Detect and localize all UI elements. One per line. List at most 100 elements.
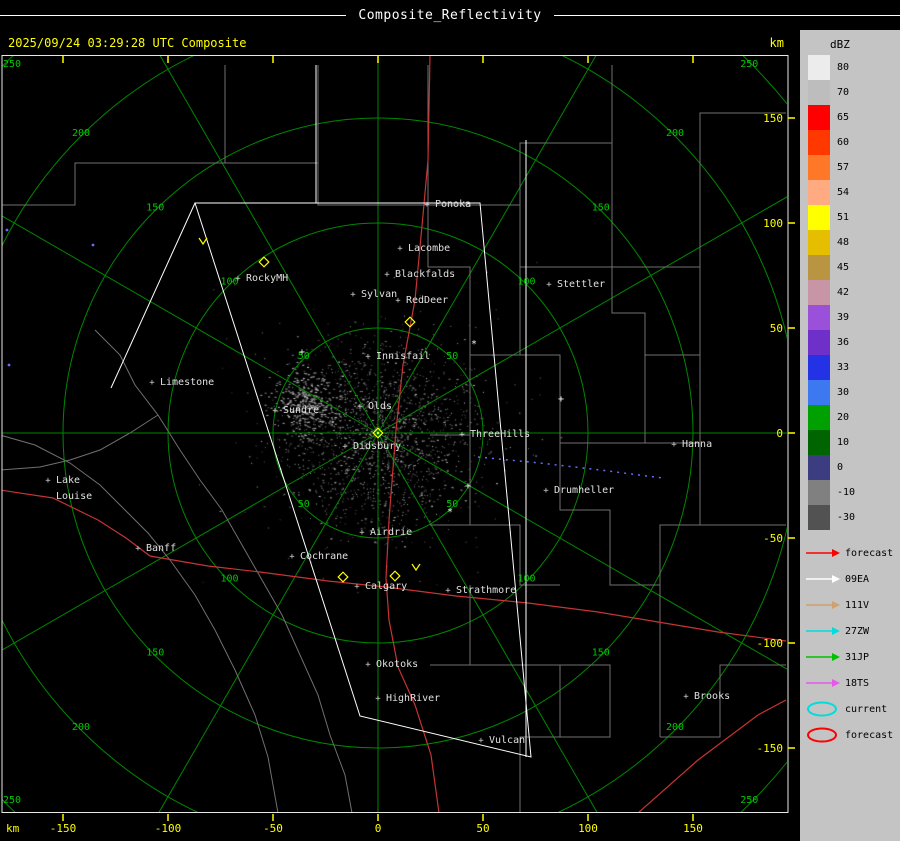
svg-text:+: + [683, 692, 689, 702]
svg-text:250: 250 [740, 795, 758, 806]
city-label: Blackfalds [395, 269, 455, 280]
dbz-scale-value: 10 [837, 437, 850, 448]
legend-label: 18TS [845, 677, 870, 689]
legend-arrow-row: 31JP [805, 644, 900, 670]
legend-arrow-row: 09EA [805, 566, 900, 592]
yellow-diamond-marker [337, 571, 349, 583]
dbz-color-swatch [808, 455, 830, 480]
dbz-color-swatch [808, 330, 830, 355]
legend-ellipse-icon [807, 701, 837, 717]
legend-label: forecast [845, 729, 894, 741]
dbz-scale-value: 51 [837, 212, 850, 223]
city-label: RockyMH [246, 273, 288, 284]
dbz-color-swatch [808, 55, 830, 80]
city-label: Innisfail [376, 351, 430, 362]
svg-text:+: + [350, 290, 356, 300]
sidebar-legend-panel: dBZ 80 70 65 60 57 54 51 48 45 42 39 36 33 30 20 10 0 -10… [800, 30, 900, 841]
dbz-color-swatch [808, 205, 830, 230]
city-label: Lacombe [408, 243, 450, 254]
svg-text:50: 50 [476, 822, 489, 835]
city-label: RedDeer [406, 295, 448, 306]
legend-label: forecast [845, 547, 894, 559]
page-title: Composite_Reflectivity [358, 7, 542, 23]
svg-text:50: 50 [770, 322, 783, 335]
svg-text:-100: -100 [757, 637, 784, 650]
legend-ellipse-icon [807, 727, 837, 743]
city-label: Hanna [682, 439, 712, 450]
legend-label: 27ZW [845, 625, 870, 637]
city-label: Ponoka [435, 199, 471, 210]
dbz-scale-row: 48 [808, 230, 900, 255]
dbz-scale-value: 30 [837, 387, 850, 398]
dbz-scale-row: 39 [808, 305, 900, 330]
svg-text:+: + [478, 736, 484, 746]
dbz-color-swatch [808, 130, 830, 155]
title-bar: Composite_Reflectivity [0, 0, 900, 30]
svg-text:+: + [45, 476, 51, 486]
legend-arrow-row: 111V [805, 592, 900, 618]
svg-text:+: + [359, 528, 365, 538]
legend-label: 09EA [845, 573, 870, 585]
dbz-scale-row: 33 [808, 355, 900, 380]
dbz-scale-value: -30 [837, 512, 856, 523]
svg-text:-150: -150 [50, 822, 77, 835]
city-label: ThreeHills [470, 429, 530, 440]
dbz-scale-row: 20 [808, 405, 900, 430]
title-rule-left [0, 14, 347, 16]
svg-text:50: 50 [446, 351, 458, 362]
dbz-scale-value: -10 [837, 487, 856, 498]
legend-arrow-icon [806, 601, 840, 609]
dbz-scale-row: 10 [808, 430, 900, 455]
svg-text:+: + [272, 406, 278, 416]
city-label: Okotoks [376, 659, 418, 670]
svg-text:+: + [354, 582, 360, 592]
city-label: Calgary [365, 581, 407, 592]
dbz-scale-value: 20 [837, 412, 850, 423]
svg-text:100: 100 [517, 573, 535, 584]
svg-text:100: 100 [578, 822, 598, 835]
yellow-diamond-marker [389, 570, 401, 582]
dbz-scale-value: 60 [837, 137, 850, 148]
dbz-scale-value: 54 [837, 187, 850, 198]
city-label: Strathmore [456, 585, 516, 596]
radar-sector-outline [110, 65, 532, 758]
svg-text:+: + [342, 442, 348, 452]
city-label: Cochrane [300, 551, 348, 562]
timestamp-label: 2025/09/24 03:29:28 UTC Composite [8, 35, 247, 50]
dbz-color-swatch [808, 380, 830, 405]
svg-text:150: 150 [592, 202, 610, 213]
city-label: Banff [146, 543, 176, 554]
svg-text:+: + [546, 280, 552, 290]
dbz-color-swatch [808, 430, 830, 455]
legend-arrow-icon [806, 549, 840, 557]
svg-text:100: 100 [517, 277, 535, 288]
svg-text:+: + [543, 486, 549, 496]
svg-text:50: 50 [298, 499, 310, 510]
svg-text:150: 150 [763, 112, 783, 125]
dbz-scale-row: 54 [808, 180, 900, 205]
svg-text:200: 200 [666, 722, 684, 733]
track-legend: forecast 09EA 111V 27ZW 31JP 18TS current forec… [805, 540, 900, 748]
dbz-scale-value: 57 [837, 162, 850, 173]
svg-text:0: 0 [375, 822, 382, 835]
city-label: Stettler [557, 279, 605, 290]
svg-text:+: + [235, 274, 241, 284]
radar-map[interactable]: 50 50 50 50 100 100 100 100 150 150 150 150 200 200 20… [0, 55, 800, 841]
svg-text:+: + [424, 200, 430, 210]
dbz-scale-row: 45 [808, 255, 900, 280]
city-labels: + Ponoka+ Lacombe+ Blackfalds+ Sylvan+ RedDee… [45, 199, 730, 746]
svg-text:-100: -100 [155, 822, 182, 835]
svg-text:150: 150 [592, 648, 610, 659]
city-label: Vulcan [489, 735, 525, 746]
svg-text:+: + [365, 660, 371, 670]
svg-text:100: 100 [763, 217, 783, 230]
dbz-scale-value: 33 [837, 362, 850, 373]
svg-text:200: 200 [72, 722, 90, 733]
svg-text:*: * [471, 339, 477, 350]
svg-text:+: + [459, 430, 465, 440]
dbz-scale-value: 36 [837, 337, 850, 348]
svg-text:0: 0 [776, 427, 783, 440]
dbz-scale-row: 0 [808, 455, 900, 480]
title-rule-right [553, 14, 900, 16]
svg-text:+: + [149, 378, 155, 388]
